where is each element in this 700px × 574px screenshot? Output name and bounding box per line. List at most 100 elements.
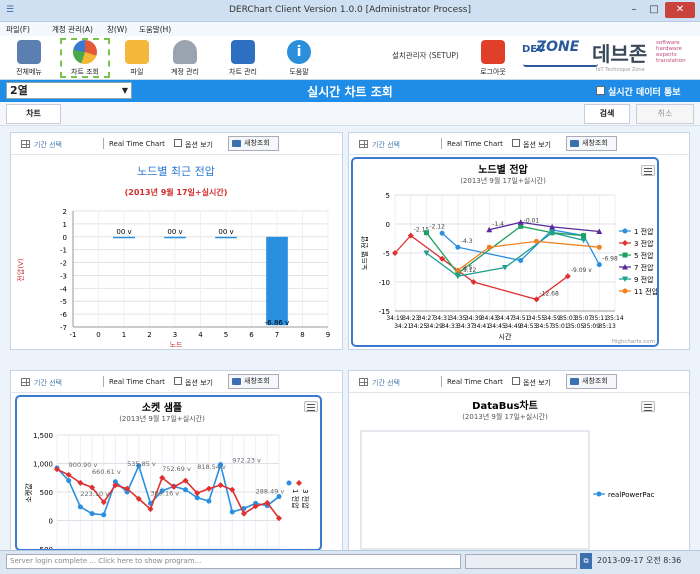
chart-subtitle: (2013년 9월 17일+실시간) (460, 176, 546, 185)
chart-panel-1: 기간 선택 Real Time Chart 옵션 보기 새창조회 노드별 최근 … (10, 132, 343, 350)
toolbar-account[interactable]: 계정 관리 (160, 38, 210, 78)
panel-toolbar: 기간 선택 Real Time Chart 옵션 보기 새창조회 (11, 371, 342, 393)
chart-panel-4: 기간 선택 Real Time Chart 옵션 보기 새창조회 DataBus… (348, 370, 690, 552)
data-label: -9.09 v (571, 267, 592, 274)
logo-swoosh (523, 64, 598, 67)
close-button[interactable]: ✕ (665, 2, 695, 18)
y-tick-label: 0 (49, 518, 53, 526)
option-checkbox[interactable] (174, 377, 182, 385)
data-point (596, 262, 602, 268)
tab-chart[interactable]: 차트 (6, 104, 61, 124)
option-checkbox[interactable] (512, 139, 520, 147)
bar-label: 00 v (167, 228, 182, 236)
grid-icon (359, 140, 368, 148)
toolbar-help[interactable]: i 도움말 (274, 38, 324, 78)
data-point (217, 482, 224, 489)
logo-tagline: IoT Technique Zone (596, 67, 645, 73)
window-icon (232, 378, 241, 385)
data-point (622, 288, 628, 294)
toolbar-chart-manage[interactable]: 차트 관리 (218, 38, 268, 78)
option-label: 옵션 보기 (523, 379, 551, 387)
range-select[interactable]: 기간 선택 (34, 140, 62, 150)
realtime-notice-checkbox[interactable] (596, 86, 605, 95)
chart-menu-icon[interactable] (641, 401, 655, 412)
data-point (66, 478, 72, 484)
range-select[interactable]: 기간 선택 (34, 378, 62, 388)
chart-title: DataBus차트 (472, 399, 538, 412)
data-label: -2.12 (429, 224, 445, 231)
x-tick-label: 7 (275, 331, 279, 339)
toolbar-all-menu[interactable]: 전체메뉴 (4, 38, 54, 78)
window-icon (570, 378, 579, 385)
series-line (457, 240, 600, 271)
menu-help[interactable]: 도움말(H) (139, 24, 171, 35)
y-axis-label: 전압(V) (16, 258, 25, 281)
menu-window[interactable]: 창(W) (107, 24, 127, 35)
all-menu-icon (17, 40, 41, 64)
window-icon (570, 140, 579, 147)
grid-icon (359, 378, 368, 386)
bar (266, 236, 288, 326)
window-title: DERChart Client Version 1.0.0 [Administr… (228, 5, 472, 15)
chart-subtitle: (2013년 9월 17일+실시간) (119, 414, 205, 423)
legend-label: 3 전압 (634, 239, 654, 248)
x-tick-label: 6 (249, 331, 254, 339)
range-select[interactable]: 기간 선택 (372, 378, 400, 388)
bar (164, 236, 186, 239)
x-tick-label: 3 (173, 331, 177, 339)
menu-bar: 파일(F) 계정 관리(A) 창(W) 도움말(H) (0, 22, 700, 36)
status-message[interactable]: Server login complete ... Click here to … (6, 554, 461, 569)
bar-label: -6.86 v (265, 319, 289, 327)
range-select[interactable]: 기간 선택 (372, 140, 400, 150)
maximize-button[interactable]: □ (645, 2, 663, 18)
option-checkbox[interactable] (512, 377, 520, 385)
toolbar-logout[interactable]: 로그아웃 (468, 38, 518, 78)
chart-menu-icon[interactable] (641, 165, 655, 176)
y-axis-label: 소켓값 (24, 483, 33, 503)
pie-chart-icon (73, 40, 97, 64)
x-axis-label: 시간 (499, 332, 512, 341)
data-point (622, 252, 628, 258)
y-axis-label: 노드별 전압 (360, 235, 369, 270)
bar (215, 236, 237, 239)
chart-subtitle: (2013년 9월 17일+실시간) (125, 187, 228, 197)
y-tick-label: 2 (63, 208, 67, 216)
logout-icon (481, 40, 505, 64)
plot-area (360, 430, 590, 550)
option-checkbox[interactable] (174, 139, 182, 147)
refresh-button[interactable]: 새창조회 (566, 136, 617, 151)
search-button[interactable]: 검색 (584, 104, 630, 124)
refresh-button[interactable]: 새창조회 (228, 136, 279, 151)
toolbar-file[interactable]: 파일 (112, 38, 162, 78)
x-tick-label: 0 (96, 331, 100, 339)
legend-label: 9 전압 (634, 275, 654, 284)
status-icon[interactable]: ⧉ (580, 553, 592, 569)
menu-account[interactable]: 계정 관리(A) (52, 24, 93, 35)
menu-file[interactable]: 파일(F) (6, 24, 30, 35)
chart-title: 노드별 최근 전압 (137, 165, 215, 178)
refresh-button[interactable]: 새창조회 (228, 374, 279, 389)
refresh-button[interactable]: 새창조회 (566, 374, 617, 389)
x-axis-label: 노드 (170, 341, 183, 347)
legend-label: realPowerPac (608, 491, 655, 499)
y-tick-label: 5 (386, 192, 390, 200)
panel-toolbar: 기간 선택 Real Time Chart 옵션 보기 새창조회 (11, 133, 342, 155)
legend-label: 7 전압 (634, 263, 654, 272)
y-tick-label: 0 (386, 221, 390, 229)
data-point (533, 238, 539, 244)
realtime-notice-label: 실시간 데이터 통보 (608, 88, 681, 98)
chart-socket-sample: 소켓 샘플(2013년 9월 17일+실시간)1,5001,0005000-50… (15, 395, 322, 551)
minimize-button[interactable]: – (625, 2, 643, 18)
cancel-button[interactable]: 취소 (636, 104, 694, 124)
panel-toolbar: 기간 선택 Real Time Chart 옵션 보기 새창조회 (349, 133, 689, 155)
app-icon: ☰ (6, 5, 15, 15)
data-label: 535.85 v (127, 460, 156, 468)
chart-title: 소켓 샘플 (142, 401, 182, 414)
data-point (286, 480, 292, 486)
x-tick-label: 1 (122, 331, 126, 339)
data-label: 660.61 v (92, 468, 121, 476)
setup-button[interactable]: 설치관리자 (SETUP) (392, 50, 459, 61)
chart-menu-icon[interactable] (304, 401, 318, 412)
data-point (229, 509, 235, 515)
toolbar-chart-view[interactable]: 차트 조회 (60, 38, 110, 78)
